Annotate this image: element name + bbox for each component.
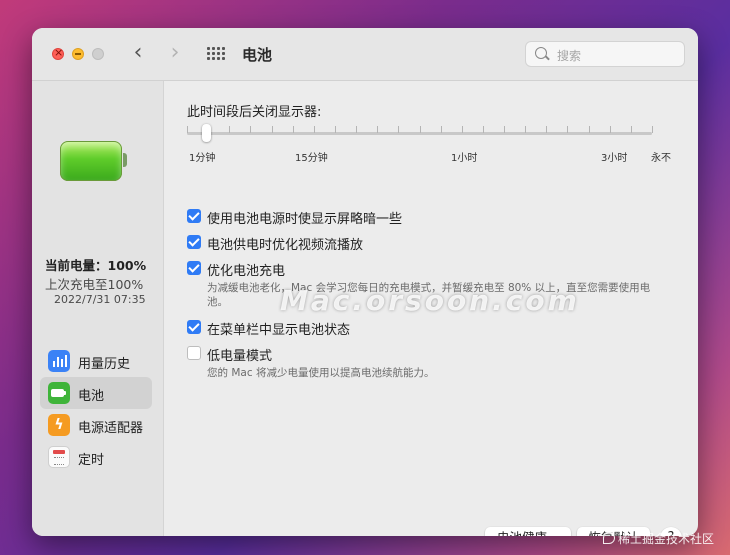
tick-label-1hour: 1小时 <box>451 153 478 164</box>
back-chevron-icon[interactable]: ‹ <box>127 42 149 66</box>
checkbox[interactable] <box>187 209 201 223</box>
show-all-grid-icon[interactable] <box>207 47 225 61</box>
checkbox[interactable] <box>187 235 201 249</box>
watermark: Mac.orsoon.com <box>280 284 580 317</box>
calendar-icon <box>48 446 70 468</box>
checkbox[interactable] <box>187 320 201 334</box>
slider-tick <box>293 126 294 133</box>
slider-tick <box>377 126 378 133</box>
slider-tick <box>504 126 505 133</box>
slider-tick <box>420 126 421 133</box>
battery-icon <box>48 382 70 404</box>
sidebar-item-schedule[interactable]: 定时 <box>40 441 152 473</box>
tick-label-never: 永不 <box>651 153 671 164</box>
sidebar-item-usage-history[interactable]: 用量历史 <box>40 345 152 377</box>
sidebar-item-label: 用量历史 <box>78 357 131 372</box>
sidebar-item-label: 电池 <box>78 389 105 404</box>
slider-tick <box>631 126 632 133</box>
battery-health-button[interactable]: 电池健康... <box>485 527 571 536</box>
sidebar-item-power-adapter[interactable]: ϟ 电源适配器 <box>40 409 152 441</box>
option-label: 使用电池电源时使显示屏略暗一些 <box>207 212 403 227</box>
juejin-logo-icon <box>602 532 615 544</box>
checkbox[interactable] <box>187 346 201 360</box>
slider-tick <box>250 126 251 133</box>
credit-label: 稀土掘金技术社区 <box>602 530 714 547</box>
slider-tick <box>356 126 357 133</box>
slider-tick <box>525 126 526 133</box>
last-charged: 上次充电至100% <box>45 277 144 292</box>
search-icon <box>535 47 547 59</box>
lightning-icon: ϟ <box>48 414 70 436</box>
forward-chevron-icon[interactable]: › <box>164 42 186 66</box>
battery-settings-pane: 此时间段后关闭显示器: 1分钟 15分钟 1小时 3小时 永不 使用电池电源时使… <box>164 81 698 536</box>
option-label: 电池供电时优化视频流播放 <box>207 238 364 253</box>
slider-tick <box>589 126 590 133</box>
slider-tick <box>229 126 230 133</box>
slider-tick <box>546 126 547 133</box>
slider-tick <box>483 126 484 133</box>
sidebar-item-battery[interactable]: 电池 <box>40 377 152 409</box>
sidebar-item-label: 电源适配器 <box>78 421 144 436</box>
slider-tick <box>272 126 273 133</box>
window-title: 电池 <box>242 46 273 64</box>
search-input[interactable]: 搜索 <box>525 41 685 67</box>
current-charge: 当前电量：100% <box>45 258 147 273</box>
slider-tick <box>610 126 611 133</box>
tick-label-1min: 1分钟 <box>189 153 216 164</box>
slider-tick <box>398 126 399 133</box>
checkbox[interactable] <box>187 261 201 275</box>
slider-tick <box>187 126 188 133</box>
slider-tick <box>335 126 336 133</box>
sidebar: 当前电量：100% 上次充电至100% 2022/7/31 07:35 用量历史… <box>32 81 164 536</box>
slider-tick <box>441 126 442 133</box>
tick-label-3hours: 3小时 <box>601 153 628 164</box>
option-label: 优化电池充电 <box>207 264 286 279</box>
minimize-button[interactable] <box>72 48 84 60</box>
bar-chart-icon <box>48 350 70 372</box>
zoom-button[interactable] <box>92 48 104 60</box>
option-label: 在菜单栏中显示电池状态 <box>207 323 351 338</box>
close-button[interactable] <box>52 46 64 60</box>
slider-tick <box>652 126 653 133</box>
display-off-slider-knob[interactable] <box>202 124 211 142</box>
low-power-description: 您的 Mac 将减少电量使用以提高电池续航能力。 <box>207 367 435 379</box>
credit-text: 稀土掘金技术社区 <box>617 532 714 546</box>
sidebar-item-label: 定时 <box>78 453 105 468</box>
tick-label-15min: 15分钟 <box>295 153 328 164</box>
battery-level-icon <box>60 141 127 183</box>
titlebar: ‹ › 电池 搜索 <box>32 28 698 81</box>
option-label: 低电量模式 <box>207 349 273 364</box>
search-placeholder: 搜索 <box>557 49 582 63</box>
last-charged-time: 2022/7/31 07:35 <box>54 293 146 306</box>
slider-tick <box>567 126 568 133</box>
slider-tick <box>462 126 463 133</box>
slider-tick <box>314 126 315 133</box>
system-preferences-window: ‹ › 电池 搜索 当前电量：100% 上次充电至100% 2022/7/31 … <box>32 28 698 536</box>
display-off-label: 此时间段后关闭显示器: <box>187 105 322 120</box>
